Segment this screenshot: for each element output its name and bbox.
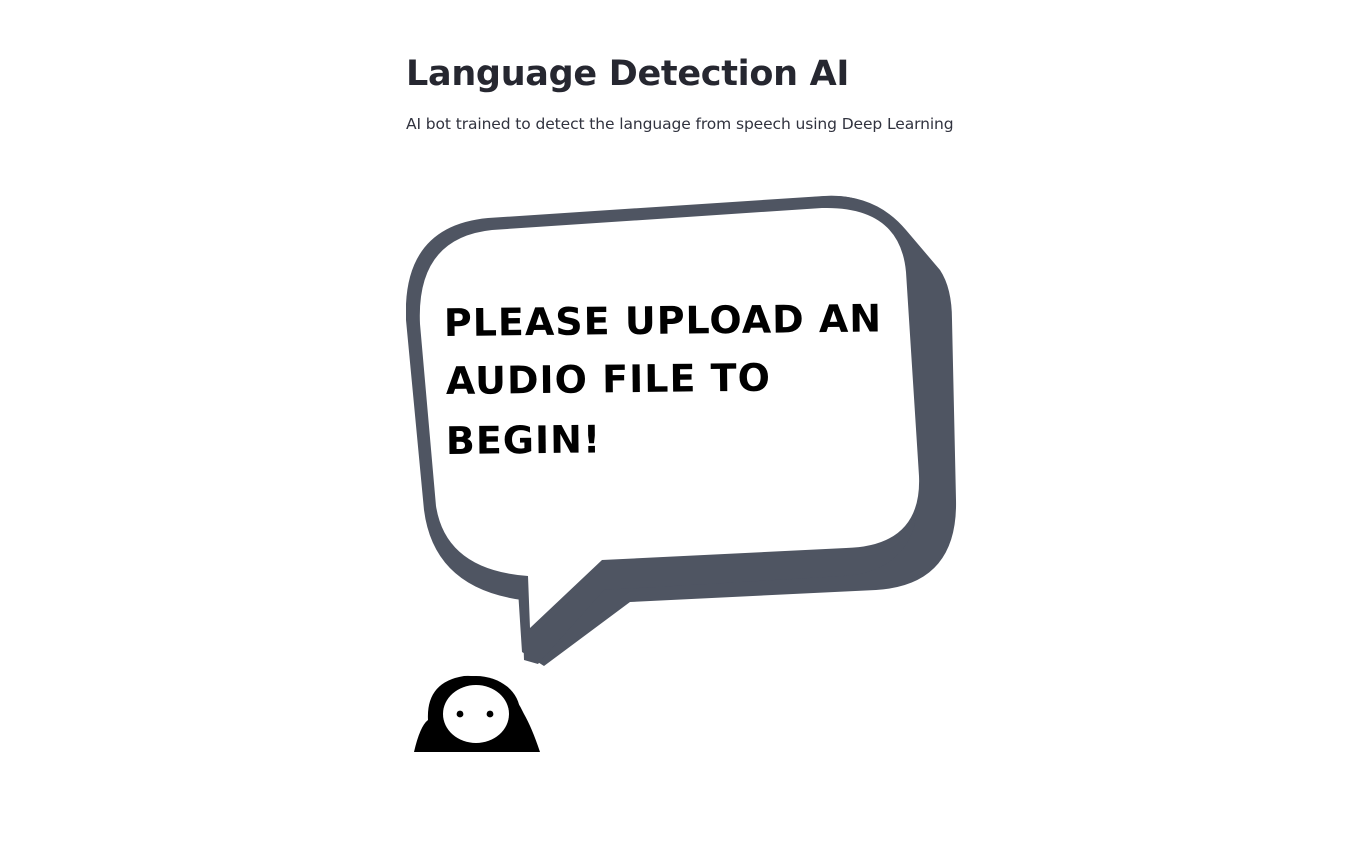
page-subtitle: AI bot trained to detect the language fr… [406, 115, 954, 133]
bubble-text-line-1: PLEASE UPLOAD AN [444, 296, 883, 345]
main-content: Language Detection AI AI bot trained to … [406, 0, 966, 860]
bubble-text-line-3: BEGIN! [446, 417, 602, 463]
speech-bubble-illustration: PLEASE UPLOAD AN AUDIO FILE TO BEGIN! [406, 190, 966, 760]
character-left-eye [456, 710, 464, 718]
character-icon [414, 675, 540, 752]
app-container: Language Detection AI AI bot trained to … [0, 0, 1362, 860]
character-right-eye [486, 710, 494, 718]
page-title: Language Detection AI [406, 54, 850, 94]
bubble-text-line-2: AUDIO FILE TO [446, 356, 771, 403]
speech-bubble-graphic: PLEASE UPLOAD AN AUDIO FILE TO BEGIN! [406, 195, 957, 752]
